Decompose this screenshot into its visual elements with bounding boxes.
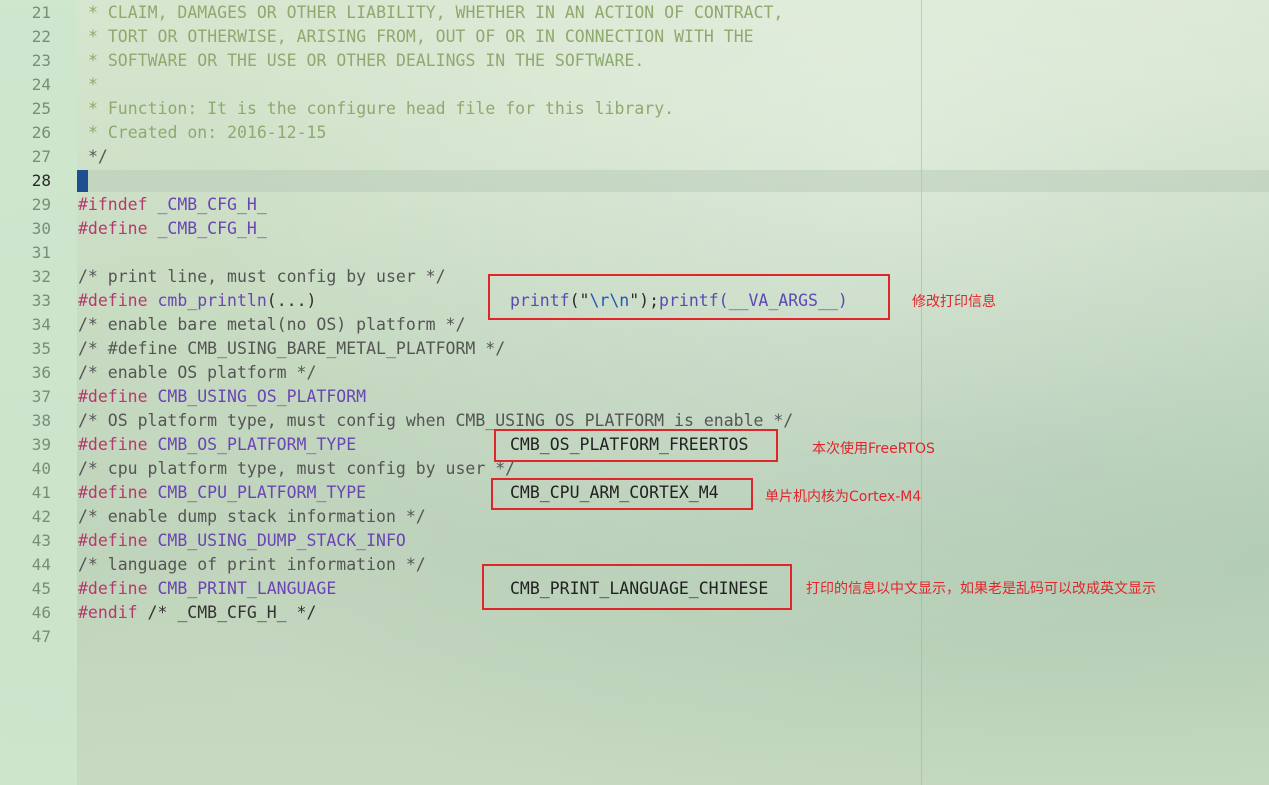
line-text: * [88,75,98,94]
line-text: #define CMB_CPU_PLATFORM_TYPE [78,481,366,505]
code-line-current[interactable]: 28 [0,169,1269,193]
code-line[interactable]: 26 * Created on: 2016-12-15 [0,121,1269,145]
line-text: #define CMB_USING_DUMP_STACK_INFO [78,529,406,553]
line-number: 31 [31,243,51,262]
line-number: 30 [31,219,51,238]
line-number: 38 [31,411,51,430]
line-number: 35 [31,339,51,358]
code-line[interactable]: 47 [0,625,1269,649]
line-number: 41 [31,483,51,502]
preprocessor-keyword: #endif [78,603,138,622]
line-number: 37 [31,387,51,406]
line-number: 26 [31,123,51,142]
line-text: #define CMB_OS_PLATFORM_TYPE [78,433,356,457]
line-number: 22 [31,27,51,46]
line-number: 40 [31,459,51,478]
line-number: 45 [31,579,51,598]
line-number: 25 [31,99,51,118]
os-platform-value[interactable]: CMB_OS_PLATFORM_FREERTOS [510,433,748,457]
code-line[interactable]: 43 #define CMB_USING_DUMP_STACK_INFO [0,529,1269,553]
string-close: "); [629,291,660,310]
line-number: 29 [31,195,51,214]
line-text: * TORT OR OTHERWISE, ARISING FROM, OUT O… [88,27,754,46]
line-number: 34 [31,315,51,334]
line-text: #define CMB_PRINT_LANGUAGE [78,577,336,601]
println-note: 修改打印信息 [912,294,996,310]
line-number: 43 [31,531,51,550]
os-platform-note: 本次使用FreeRTOS [812,441,935,457]
preprocessor-keyword: #define [78,291,148,310]
code-line[interactable]: 30 #define _CMB_CFG_H_ [0,217,1269,241]
line-text: #ifndef _CMB_CFG_H_ [78,193,267,217]
line-text: #endif /* _CMB_CFG_H_ */ [78,601,316,625]
line-number: 21 [31,3,51,22]
preprocessor-keyword: #ifndef [78,195,148,214]
line-number: 27 [31,147,51,166]
line-text: * Function: It is the configure head fil… [88,99,675,118]
line-text: #define cmb_println(...) [78,289,316,313]
code-line[interactable]: 27 */ [0,145,1269,169]
language-note: 打印的信息以中文显示，如果老是乱码可以改成英文显示 [806,581,1156,597]
macro-name: cmb_println [147,291,267,310]
line-text: #define _CMB_CFG_H_ [78,217,267,241]
line-number: 46 [31,603,51,622]
code-line[interactable]: 36 /* enable OS platform */ [0,361,1269,385]
preprocessor-keyword: #define [78,387,148,406]
code-line[interactable]: 25 * Function: It is the configure head … [0,97,1269,121]
code-line[interactable]: 37 #define CMB_USING_OS_PLATFORM [0,385,1269,409]
code-line[interactable]: 35 /* #define CMB_USING_BARE_METAL_PLATF… [0,337,1269,361]
line-text: /* print line, must config by user */ [78,267,446,286]
macro-name: _CMB_CFG_H_ [147,195,267,214]
line-number: 33 [31,291,51,310]
line-text: */ [88,147,108,166]
line-number: 23 [31,51,51,70]
preprocessor-keyword: #define [78,483,148,502]
language-value[interactable]: CMB_PRINT_LANGUAGE_CHINESE [510,577,768,601]
line-number: 42 [31,507,51,526]
line-number: 39 [31,435,51,454]
line-text: * Created on: 2016-12-15 [88,123,327,142]
code-line[interactable]: 22 * TORT OR OTHERWISE, ARISING FROM, OU… [0,25,1269,49]
preprocessor-keyword: #define [78,435,148,454]
function-args: (__VA_ARGS__) [718,291,848,310]
preprocessor-keyword: #define [78,219,148,238]
macro-params: (...) [266,291,317,310]
comment-text: /* _CMB_CFG_H_ */ [137,603,317,622]
line-number: 44 [31,555,51,574]
string-open: (" [569,291,590,310]
macro-name: CMB_CPU_PLATFORM_TYPE [147,483,367,502]
line-text: /* enable OS platform */ [78,363,317,382]
line-number: 47 [31,627,51,646]
preprocessor-keyword: #define [78,531,148,550]
line-text: /* enable bare metal(no OS) platform */ [78,315,466,334]
println-value[interactable]: printf("\r\n");printf(__VA_ARGS__) [510,289,848,313]
line-number: 28 [31,171,51,190]
line-text: /* #define CMB_USING_BARE_METAL_PLATFORM… [78,339,506,358]
function-name: printf [659,291,719,310]
line-text: * SOFTWARE OR THE USE OR OTHER DEALINGS … [88,51,645,70]
line-text: /* language of print information */ [78,555,426,574]
escape-sequence: \r\n [589,291,630,310]
cpu-platform-note: 单片机内核为Cortex-M4 [765,489,922,505]
preprocessor-keyword: #define [78,579,148,598]
cpu-platform-value[interactable]: CMB_CPU_ARM_CORTEX_M4 [510,481,719,505]
line-number: 36 [31,363,51,382]
macro-name: CMB_USING_DUMP_STACK_INFO [147,531,406,550]
macro-name: CMB_PRINT_LANGUAGE [147,579,337,598]
line-text: /* enable dump stack information */ [78,507,426,526]
line-text: * CLAIM, DAMAGES OR OTHER LIABILITY, WHE… [88,3,784,22]
code-line[interactable]: 31 [0,241,1269,265]
macro-name: CMB_OS_PLATFORM_TYPE [147,435,357,454]
line-text: #define CMB_USING_OS_PLATFORM [78,385,366,409]
code-line[interactable]: 24 * [0,73,1269,97]
code-line[interactable]: 21 * CLAIM, DAMAGES OR OTHER LIABILITY, … [0,1,1269,25]
function-name: printf [510,291,570,310]
macro-name: CMB_USING_OS_PLATFORM [147,387,367,406]
code-line[interactable]: 23 * SOFTWARE OR THE USE OR OTHER DEALIN… [0,49,1269,73]
line-number: 32 [31,267,51,286]
line-text: /* cpu platform type, must config by use… [78,459,516,478]
code-line[interactable]: 29 #ifndef _CMB_CFG_H_ [0,193,1269,217]
line-number: 24 [31,75,51,94]
macro-name: _CMB_CFG_H_ [147,219,267,238]
